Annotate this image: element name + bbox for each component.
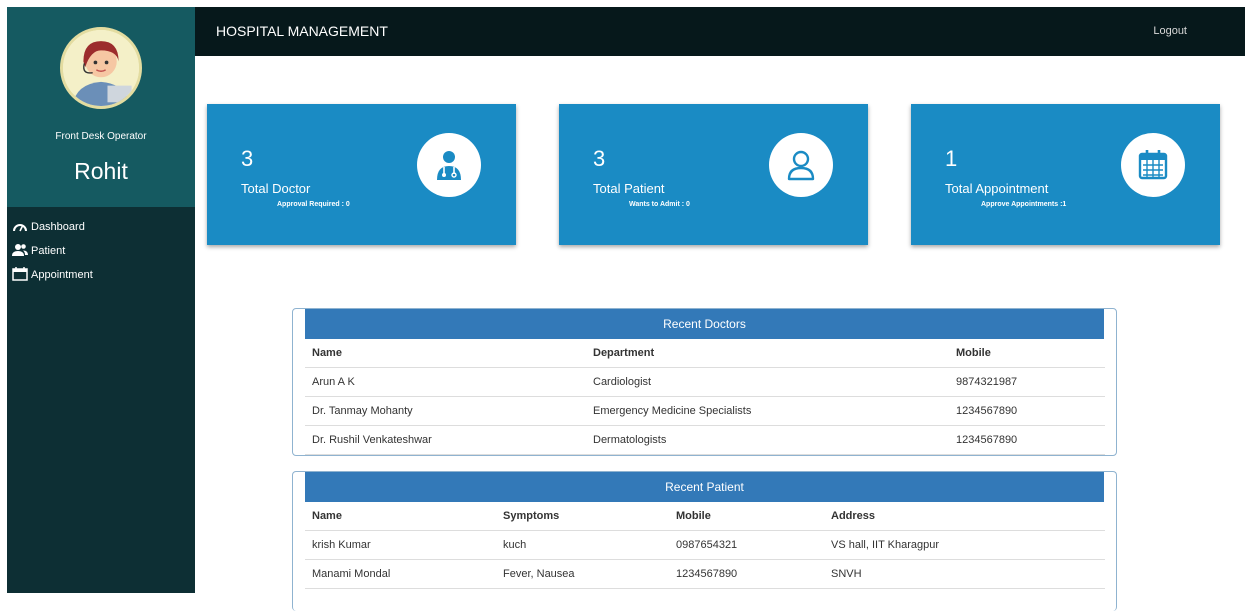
recent-patient-panel: Recent Patient Name Symptoms Mobile Addr…	[292, 471, 1117, 611]
patient-symptoms: Fever, Nausea	[496, 559, 669, 589]
patient-symptoms: kuch	[496, 530, 669, 560]
patient-address: VS hall, IIT Kharagpur	[824, 530, 1105, 560]
doctor-mobile: 9874321987	[949, 367, 1105, 397]
card-label: Total Patient	[593, 181, 665, 196]
sidebar-item-label: Patient	[31, 245, 66, 257]
sidebar-item-label: Appointment	[31, 269, 93, 281]
patient-name: Manami Mondal	[305, 559, 496, 589]
user-outline-icon	[769, 133, 833, 197]
profile-name: Rohit	[74, 158, 128, 184]
top-navbar: HOSPITAL MANAGEMENT Logout	[195, 7, 1245, 56]
recent-patient-title: Recent Patient	[305, 472, 1104, 502]
users-icon	[12, 243, 31, 260]
sidebar-item-label: Dashboard	[31, 221, 85, 233]
logout-link[interactable]: Logout	[1153, 25, 1187, 37]
doctor-icon	[417, 133, 481, 197]
recent-doctors-table: Name Department Mobile Arun A K Cardiolo…	[305, 339, 1105, 455]
doctor-department: Cardiologist	[586, 367, 949, 397]
table-row[interactable]: Dr. Tanmay Mohanty Emergency Medicine Sp…	[305, 396, 1105, 426]
doctor-name: Arun A K	[305, 367, 586, 397]
column-header: Mobile	[949, 339, 1105, 368]
table-row[interactable]: Dr. Rushil Venkateshwar Dermatologists 1…	[305, 425, 1105, 455]
sidebar-item-dashboard[interactable]: Dashboard	[7, 215, 195, 239]
sidebar: Front Desk Operator Rohit Dashboard Pati…	[7, 7, 195, 593]
patient-mobile: 0987654321	[669, 530, 824, 560]
column-header: Symptoms	[496, 502, 669, 531]
sidebar-item-patient[interactable]: Patient	[7, 239, 195, 263]
card-count: 3	[241, 146, 254, 171]
profile-panel: Front Desk Operator Rohit	[7, 7, 195, 207]
recent-doctors-title: Recent Doctors	[305, 309, 1104, 339]
profile-role: Front Desk Operator	[55, 131, 147, 142]
app-frame: Front Desk Operator Rohit Dashboard Pati…	[7, 7, 1245, 611]
table-row[interactable]: Arun A K Cardiologist 9874321987	[305, 367, 1105, 397]
column-header: Name	[305, 339, 586, 368]
patient-address: SNVH	[824, 559, 1105, 589]
card-count: 3	[593, 146, 606, 171]
total-doctor-card[interactable]: 3 Total Doctor Approval Required : 0	[207, 104, 516, 245]
card-subtext: Approve Appointments :1	[981, 201, 1067, 208]
table-row[interactable]: Manami Mondal Fever, Nausea 1234567890 S…	[305, 559, 1105, 589]
table-header-row: Name Department Mobile	[305, 339, 1105, 368]
doctor-department: Dermatologists	[586, 425, 949, 455]
table-header-row: Name Symptoms Mobile Address	[305, 502, 1105, 531]
column-header: Mobile	[669, 502, 824, 531]
card-subtext: Approval Required : 0	[277, 201, 350, 208]
doctor-mobile: 1234567890	[949, 425, 1105, 455]
recent-doctors-panel: Recent Doctors Name Department Mobile Ar…	[292, 308, 1117, 456]
calendar-icon	[1121, 133, 1185, 197]
dashboard-gauge-icon	[12, 219, 31, 236]
app-title[interactable]: HOSPITAL MANAGEMENT	[216, 23, 388, 39]
total-patient-card[interactable]: 3 Total Patient Wants to Admit : 0	[559, 104, 868, 245]
column-header: Name	[305, 502, 496, 531]
patient-name: krish Kumar	[305, 530, 496, 560]
patient-mobile: 1234567890	[669, 559, 824, 589]
recent-patient-table: Name Symptoms Mobile Address krish Kumar…	[305, 502, 1105, 589]
doctor-mobile: 1234567890	[949, 396, 1105, 426]
card-label: Total Doctor	[241, 181, 311, 196]
card-subtext: Wants to Admit : 0	[629, 201, 690, 208]
total-appointment-card[interactable]: 1 Total Appointment Approve Appointments…	[911, 104, 1220, 245]
table-row[interactable]: krish Kumar kuch 0987654321 VS hall, IIT…	[305, 530, 1105, 560]
doctor-department: Emergency Medicine Specialists	[586, 396, 949, 426]
doctor-name: Dr. Rushil Venkateshwar	[305, 425, 586, 455]
column-header: Department	[586, 339, 949, 368]
avatar	[60, 27, 142, 109]
calendar-icon	[12, 266, 31, 284]
sidebar-item-appointment[interactable]: Appointment	[7, 263, 195, 287]
card-count: 1	[945, 146, 958, 171]
doctor-name: Dr. Tanmay Mohanty	[305, 396, 586, 426]
card-label: Total Appointment	[945, 181, 1049, 196]
sidebar-nav: Dashboard Patient Appointment	[7, 215, 195, 287]
column-header: Address	[824, 502, 1105, 531]
